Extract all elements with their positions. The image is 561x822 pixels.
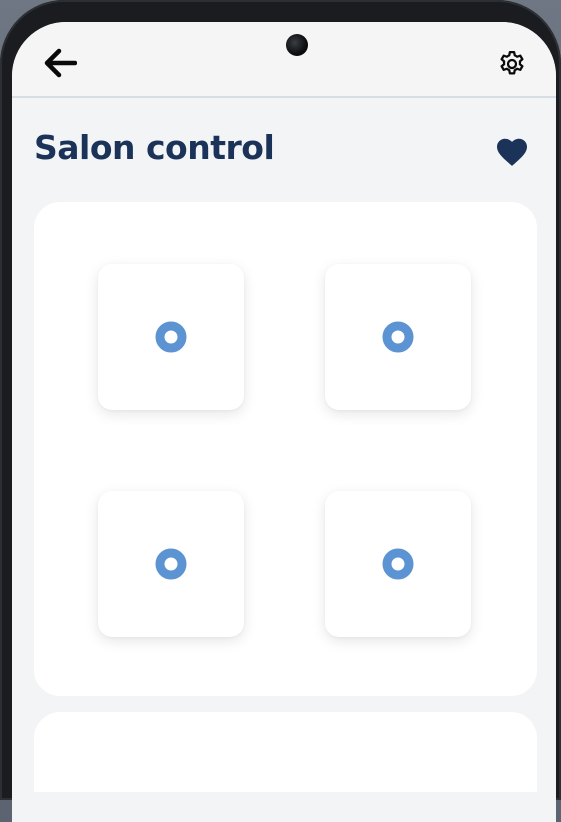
- ring-indicator-icon: [155, 548, 187, 580]
- ring-indicator-icon: [155, 321, 187, 353]
- ring-indicator-icon: [382, 321, 414, 353]
- settings-button[interactable]: [492, 44, 532, 84]
- control-tile-2[interactable]: [325, 264, 471, 410]
- page-title: Salon control: [34, 128, 275, 167]
- arrow-left-icon: [44, 48, 77, 78]
- control-tile-1[interactable]: [98, 264, 244, 410]
- phone-frame: Salon control: [0, 0, 561, 822]
- back-button[interactable]: [40, 44, 80, 82]
- gear-icon: [500, 51, 524, 75]
- top-app-bar: [12, 22, 556, 98]
- heart-icon: [497, 138, 527, 166]
- front-camera: [286, 34, 308, 56]
- bottom-panel: [34, 712, 537, 792]
- app-screen: Salon control: [12, 22, 556, 822]
- control-tile-4[interactable]: [325, 491, 471, 637]
- control-tile-3[interactable]: [98, 491, 244, 637]
- favorite-button[interactable]: [492, 132, 532, 172]
- control-panel: [34, 202, 537, 696]
- ring-indicator-icon: [382, 548, 414, 580]
